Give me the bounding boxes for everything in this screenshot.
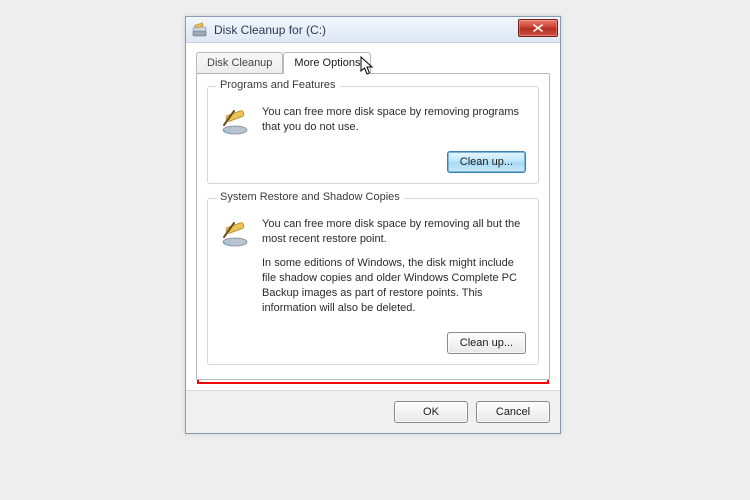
group-system-restore: System Restore and Shadow Copies You can… [207,198,539,365]
close-button[interactable] [518,19,558,37]
group-description: You can free more disk space by removing… [262,105,526,145]
group-description: You can free more disk space by removing… [262,217,526,326]
programs-desc-text: You can free more disk space by removing… [262,105,526,135]
cleanup-restore-button[interactable]: Clean up... [447,332,526,354]
tab-disk-cleanup[interactable]: Disk Cleanup [196,52,283,74]
disk-cleanup-window: Disk Cleanup for (C:) Disk Cleanup More … [185,16,561,434]
cleanup-icon [220,217,252,249]
dialog-footer: OK Cancel [186,390,560,433]
tabstrip: Disk Cleanup More Options [196,51,550,73]
cleanup-programs-button[interactable]: Clean up... [447,151,526,173]
restore-desc-2: In some editions of Windows, the disk mi… [262,256,526,315]
window-title: Disk Cleanup for (C:) [214,23,326,37]
titlebar: Disk Cleanup for (C:) [186,17,560,43]
cleanup-icon [220,105,252,137]
close-icon [533,24,543,32]
app-icon [192,22,208,38]
ok-button[interactable]: OK [394,401,468,423]
group-legend: System Restore and Shadow Copies [216,191,404,203]
tabpanel-more-options: Programs and Features You can free more … [196,73,550,380]
restore-desc-1: You can free more disk space by removing… [262,217,526,247]
group-legend: Programs and Features [216,79,340,91]
tab-more-options[interactable]: More Options [283,52,371,74]
group-programs-features: Programs and Features You can free more … [207,86,539,184]
client-area: Disk Cleanup More Options Programs and F… [186,43,560,390]
cancel-button[interactable]: Cancel [476,401,550,423]
